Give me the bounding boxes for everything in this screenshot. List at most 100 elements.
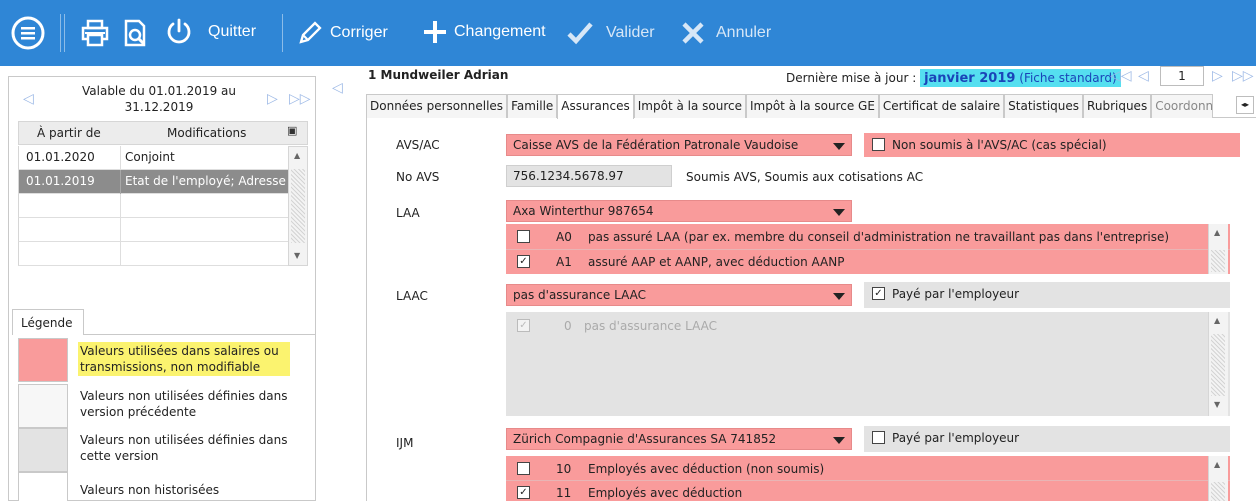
collapse-panel-icon[interactable]: ◁: [332, 80, 343, 96]
first-month-icon[interactable]: ◁◁: [1110, 68, 1132, 84]
avs-number-field[interactable]: 756.1234.5678.97: [506, 165, 672, 187]
tab-salary-certificate[interactable]: Certificat de salaire: [878, 94, 1005, 118]
legend-swatch-used: [18, 338, 68, 382]
print-button[interactable]: [80, 18, 110, 48]
chevron-down-icon: [833, 293, 845, 300]
scroll-down-icon[interactable]: ▼: [1214, 400, 1220, 409]
legend-tab[interactable]: Légende: [12, 309, 84, 335]
month-index-input[interactable]: 1: [1160, 66, 1204, 86]
cancel-button[interactable]: Annuler: [680, 20, 771, 46]
ijm-code-checkbox[interactable]: [517, 486, 530, 499]
row-divider: [506, 480, 1230, 481]
table-row[interactable]: [18, 218, 288, 242]
validate-label: Valider: [606, 24, 655, 41]
scroll-down-icon[interactable]: ▼: [294, 251, 300, 260]
pencil-icon: [299, 21, 322, 44]
ijm-code-checkbox[interactable]: [517, 462, 530, 475]
next-month-icon[interactable]: ▷: [1212, 68, 1223, 84]
tab-insurance[interactable]: Assurances: [557, 94, 634, 119]
history-date: 01.01.2019: [26, 174, 95, 188]
quit-label: Quitter: [208, 23, 257, 40]
menu-button[interactable]: [10, 15, 46, 51]
table-row[interactable]: 01.01.2020 Conjoint: [18, 146, 288, 170]
legend-item: Valeurs non utilisées définies dans cett…: [18, 428, 308, 474]
tab-contact[interactable]: Coordonné: [1151, 94, 1214, 118]
table-row[interactable]: [18, 194, 288, 218]
laa-list-scrollbar[interactable]: ▲: [1208, 224, 1228, 274]
laac-select[interactable]: pas d'assurance LAAC: [506, 284, 852, 306]
scroll-thumb[interactable]: [1211, 334, 1225, 396]
change-label: Changement: [454, 23, 546, 40]
cell-divider: [120, 170, 121, 194]
laac-employer-label: Payé par l'employeur: [892, 287, 1020, 301]
avs-fund-value: Caisse AVS de la Fédération Patronale Va…: [513, 138, 799, 152]
prev-month-icon[interactable]: ◁: [1138, 68, 1149, 84]
cell-divider: [120, 146, 121, 170]
last-update-label: Dernière mise à jour :: [786, 71, 917, 85]
next-version-icon[interactable]: ▷: [267, 91, 278, 107]
scroll-up-icon[interactable]: ▲: [1214, 228, 1220, 237]
scroll-up-icon[interactable]: ▲: [1214, 460, 1220, 469]
legend-item: Valeurs non utilisées définies dans vers…: [18, 384, 308, 430]
scroll-up-icon[interactable]: ▲: [1214, 316, 1220, 325]
toolbar-separator: [64, 14, 65, 52]
last-month-icon[interactable]: ▷▷: [1232, 68, 1254, 84]
plus-icon: [424, 21, 446, 43]
tab-statistics[interactable]: Statistiques: [1004, 94, 1084, 118]
validity-nav: ◁ Valable du 01.01.2019 au 31.12.2019 ▷ …: [9, 77, 317, 121]
laa-code-checkbox[interactable]: [517, 255, 530, 268]
avs-fund-select[interactable]: Caisse AVS de la Fédération Patronale Va…: [506, 134, 852, 156]
legend-text: Valeurs non utilisées définies dans cett…: [80, 433, 288, 463]
tab-withholding-tax-ge[interactable]: Impôt à la source GE: [745, 94, 879, 118]
avs-special-checkbox[interactable]: [872, 138, 885, 151]
ijm-employer-label: Payé par l'employeur: [892, 431, 1020, 445]
ijm-code-text: Employés avec déduction (non soumis): [588, 462, 825, 476]
quit-button[interactable]: Quitter: [164, 17, 256, 47]
correct-button[interactable]: Corriger: [296, 19, 388, 47]
scroll-thumb[interactable]: [291, 169, 305, 243]
ijm-insurer-select[interactable]: Zürich Compagnie d'Assurances SA 741852: [506, 428, 852, 450]
laac-value: pas d'assurance LAAC: [513, 288, 646, 302]
laa-insurer-select[interactable]: Axa Winterthur 987654: [506, 200, 852, 222]
history-header-changes: Modifications: [167, 126, 247, 140]
history-header: À partir de Modifications ▣: [18, 121, 308, 145]
tab-withholding-tax[interactable]: Impôt à la source: [633, 94, 746, 118]
scroll-thumb[interactable]: [1211, 250, 1225, 272]
laac-employer-checkbox[interactable]: [872, 287, 885, 300]
laa-label: LAA: [396, 206, 420, 220]
printer-icon: [81, 19, 109, 47]
tab-scroll[interactable]: ◂▸: [1236, 96, 1254, 114]
ijm-employer-checkbox[interactable]: [872, 431, 885, 444]
tab-bar: Données personnelles Famille Assurances …: [366, 94, 1256, 119]
prev-version-icon[interactable]: ◁: [23, 91, 34, 107]
chevron-down-icon: [833, 209, 845, 216]
cell-divider: [120, 218, 121, 242]
scroll-thumb[interactable]: [1211, 482, 1225, 501]
ijm-code: 11: [556, 486, 572, 500]
last-update-std: (Fiche standard): [1019, 71, 1117, 85]
avs-special-label: Non soumis à l'AVS/AC (cas spécial): [892, 138, 1107, 152]
change-button[interactable]: Changement: [422, 19, 546, 45]
laac-code-checkbox[interactable]: [517, 319, 530, 332]
history-scrollbar[interactable]: ▲ ▼: [288, 146, 308, 266]
toolbar-separator: [60, 14, 61, 52]
validate-button[interactable]: Valider: [566, 19, 655, 47]
table-row[interactable]: 01.01.2019 Etat de l'employé; Adresse: [18, 170, 288, 194]
tab-family[interactable]: Famille: [507, 94, 558, 118]
scroll-up-icon[interactable]: ▲: [294, 151, 300, 160]
table-row[interactable]: [18, 242, 288, 266]
laa-code-checkbox[interactable]: [517, 230, 530, 243]
ijm-list-scrollbar[interactable]: ▲: [1208, 456, 1228, 501]
laa-insurer-value: Axa Winterthur 987654: [513, 204, 654, 218]
tab-items[interactable]: Rubriques: [1083, 94, 1152, 118]
export-icon[interactable]: ▣: [287, 124, 297, 137]
tab-personal-data[interactable]: Données personnelles: [366, 94, 508, 118]
correct-label: Corriger: [330, 24, 388, 41]
legend-text: Valeurs utilisées dans salaires ou trans…: [78, 342, 290, 376]
laa-code-text: assuré AAP et AANP, avec déduction AANP: [588, 255, 845, 269]
legend-item: Valeurs utilisées dans salaires ou trans…: [18, 338, 308, 384]
ijm-code: 10: [556, 462, 572, 476]
laac-list-scrollbar[interactable]: ▲ ▼: [1208, 312, 1228, 416]
preview-button[interactable]: [122, 18, 150, 48]
last-version-icon[interactable]: ▷▷: [289, 91, 311, 107]
